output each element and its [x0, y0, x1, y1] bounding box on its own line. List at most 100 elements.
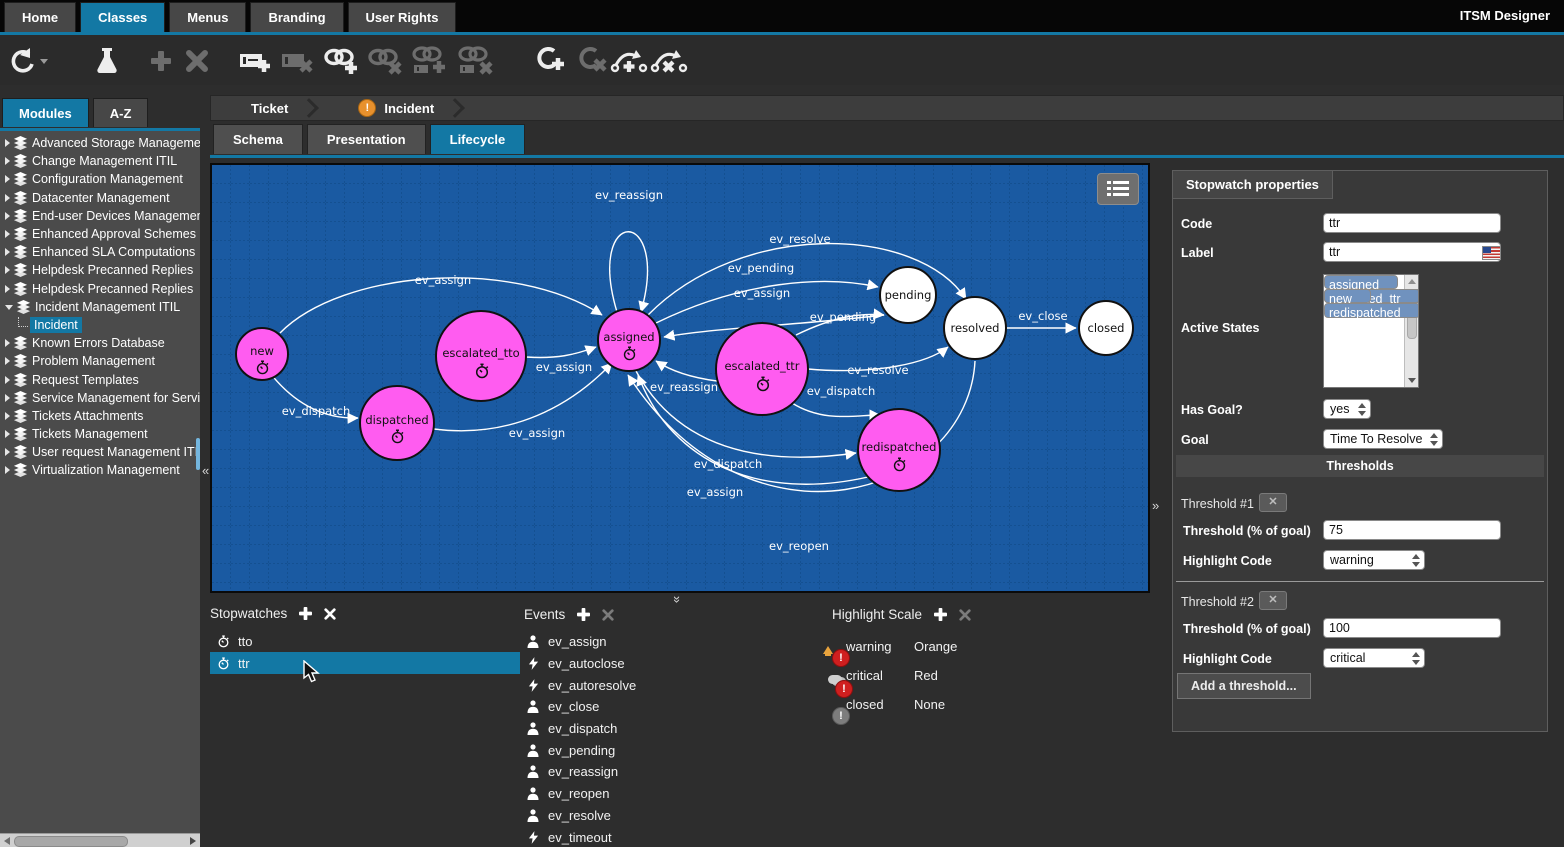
add-transition-icon[interactable] — [610, 41, 648, 81]
breadcrumb-incident[interactable]: Incident — [376, 101, 440, 116]
event-row-ev_reopen[interactable]: ev_reopen — [524, 783, 744, 805]
expander-icon[interactable] — [5, 448, 10, 456]
sidebar-collapse-handle[interactable]: « — [202, 463, 209, 478]
tab-lifecycle[interactable]: Lifecycle — [430, 124, 526, 154]
nav-tab-menus[interactable]: Menus — [169, 2, 246, 32]
expander-icon[interactable] — [5, 394, 10, 402]
breadcrumb-ticket[interactable]: Ticket — [211, 101, 294, 116]
expander-icon[interactable] — [5, 175, 10, 183]
sidebar-item[interactable]: Advanced Storage Management — [0, 134, 200, 152]
sidebar-item[interactable]: Enhanced Approval Schemes — [0, 225, 200, 243]
sidebar-item[interactable]: Enhanced SLA Computations — [0, 243, 200, 261]
event-row-ev_timeout[interactable]: ev_timeout — [524, 826, 744, 847]
sidebar-scrollbar-thumb[interactable] — [196, 438, 200, 470]
threshold-1-highlight-select[interactable]: warning — [1323, 550, 1425, 570]
sidebar-item[interactable]: Known Errors Database — [0, 334, 200, 352]
expander-icon[interactable] — [5, 248, 10, 256]
expander-icon[interactable] — [5, 339, 10, 347]
highlight-row-closed[interactable]: ! closed None — [832, 690, 1072, 719]
add-event-icon[interactable] — [577, 608, 590, 621]
sidebar-item-incident[interactable]: Incident — [0, 316, 200, 334]
expander-icon[interactable] — [5, 194, 10, 202]
expander-icon[interactable] — [5, 266, 10, 274]
undo-icon[interactable] — [4, 41, 42, 81]
sidebar-item[interactable]: Helpdesk Precanned Replies — [0, 280, 200, 298]
add-threshold-button[interactable]: Add a threshold... — [1177, 673, 1311, 699]
legend-toggle-button[interactable] — [1097, 173, 1139, 205]
expander-icon[interactable] — [5, 212, 10, 220]
sidebar-item[interactable]: Problem Management — [0, 352, 200, 370]
has-goal-select[interactable]: yes — [1323, 399, 1371, 419]
sidebar-item[interactable]: Service Management for Service Providers — [0, 389, 200, 407]
sidebar-item[interactable]: Configuration Management — [0, 170, 200, 188]
scroll-left-icon[interactable] — [4, 837, 10, 845]
expander-icon[interactable] — [5, 412, 10, 420]
sidebar-item[interactable]: Request Templates — [0, 370, 200, 388]
delete-transition-icon[interactable] — [650, 41, 688, 81]
right-panel-expand-handle[interactable]: » — [1152, 498, 1159, 513]
add-field-icon[interactable] — [236, 41, 274, 81]
expander-open-icon[interactable] — [5, 305, 13, 310]
highlight-row-warning[interactable]: ! warning Orange — [832, 632, 1072, 661]
threshold-1-percent-input[interactable] — [1323, 520, 1501, 540]
transition-label[interactable]: ev_pending — [728, 261, 794, 275]
flask-icon[interactable] — [88, 41, 126, 81]
active-state-option[interactable]: assigned — [1324, 275, 1398, 289]
undo-menu-caret-icon[interactable] — [40, 59, 48, 64]
nav-tab-user-rights[interactable]: User Rights — [348, 2, 457, 32]
add-link-icon[interactable] — [322, 41, 360, 81]
transition-label[interactable]: ev_pending — [810, 310, 876, 324]
transition-label[interactable]: ev_assign — [415, 273, 471, 287]
highlight-row-critical[interactable]: ! critical Red — [832, 661, 1072, 690]
transition-label[interactable]: ev_dispatch — [694, 457, 763, 471]
transition-label[interactable]: ev_reassign — [595, 188, 663, 202]
event-row-ev_dispatch[interactable]: ev_dispatch — [524, 718, 744, 740]
sidebar-item[interactable]: Helpdesk Precanned Replies — [0, 261, 200, 279]
tab-schema[interactable]: Schema — [213, 124, 303, 154]
threshold-2-percent-input[interactable] — [1323, 618, 1501, 638]
sidebar-item[interactable]: Tickets Management — [0, 425, 200, 443]
add-state-icon[interactable] — [530, 41, 568, 81]
sidebar-item[interactable]: End-user Devices Management — [0, 207, 200, 225]
sidebar-tab-a-z[interactable]: A-Z — [93, 98, 149, 127]
tab-presentation[interactable]: Presentation — [307, 124, 426, 154]
sidebar-item[interactable]: User request Management ITIL — [0, 443, 200, 461]
transition-label[interactable]: ev_dispatch — [807, 384, 876, 398]
add-highlight-icon[interactable] — [934, 608, 947, 621]
remove-threshold-1-button[interactable]: ✕ — [1259, 493, 1287, 512]
event-row-ev_pending[interactable]: ev_pending — [524, 739, 744, 761]
transition-label[interactable]: ev_assign — [734, 286, 790, 300]
sidebar-item[interactable]: Change Management ITIL — [0, 152, 200, 170]
transition-label[interactable]: ev_resolve — [769, 232, 830, 246]
transition-label[interactable]: ev_reopen — [769, 539, 829, 553]
transition-label[interactable]: ev_resolve — [847, 363, 908, 377]
expander-icon[interactable] — [5, 430, 10, 438]
nav-tab-branding[interactable]: Branding — [250, 2, 343, 32]
language-flag-icon[interactable] — [1482, 246, 1501, 260]
event-row-ev_autoresolve[interactable]: ev_autoresolve — [524, 674, 744, 696]
threshold-2-highlight-select[interactable]: critical — [1323, 648, 1425, 668]
expander-icon[interactable] — [5, 285, 10, 293]
event-row-ev_assign[interactable]: ev_assign — [524, 631, 744, 653]
transition-label[interactable]: ev_assign — [509, 426, 565, 440]
lifecycle-canvas[interactable]: ev_assign ev_dispatch ev_assign ev_assig… — [210, 163, 1150, 593]
event-row-ev_reassign[interactable]: ev_reassign — [524, 761, 744, 783]
expander-icon[interactable] — [5, 157, 10, 165]
sidebar-item[interactable]: Virtualization Management — [0, 461, 200, 479]
bottom-panel-handle[interactable]: » — [670, 596, 685, 603]
sidebar-item[interactable]: Incident Management ITIL — [0, 298, 200, 316]
nav-tab-classes[interactable]: Classes — [80, 2, 165, 32]
active-state-option[interactable]: redispatched — [1324, 303, 1419, 317]
active-states-listbox[interactable]: assignedcloseddispatchedescalated_ttoesc… — [1323, 274, 1419, 388]
sidebar-item[interactable]: Datacenter Management — [0, 189, 200, 207]
scroll-right-icon[interactable] — [190, 837, 196, 845]
sidebar-horizontal-scrollbar[interactable] — [0, 833, 200, 847]
sidebar-tab-modules[interactable]: Modules — [2, 98, 89, 127]
scroll-down-icon[interactable] — [1408, 378, 1416, 383]
transition-label[interactable]: ev_close — [1018, 309, 1067, 323]
expander-icon[interactable] — [5, 466, 10, 474]
event-row-ev_close[interactable]: ev_close — [524, 696, 744, 718]
expander-icon[interactable] — [5, 139, 10, 147]
label-input[interactable] — [1323, 242, 1501, 262]
expander-icon[interactable] — [5, 376, 10, 384]
